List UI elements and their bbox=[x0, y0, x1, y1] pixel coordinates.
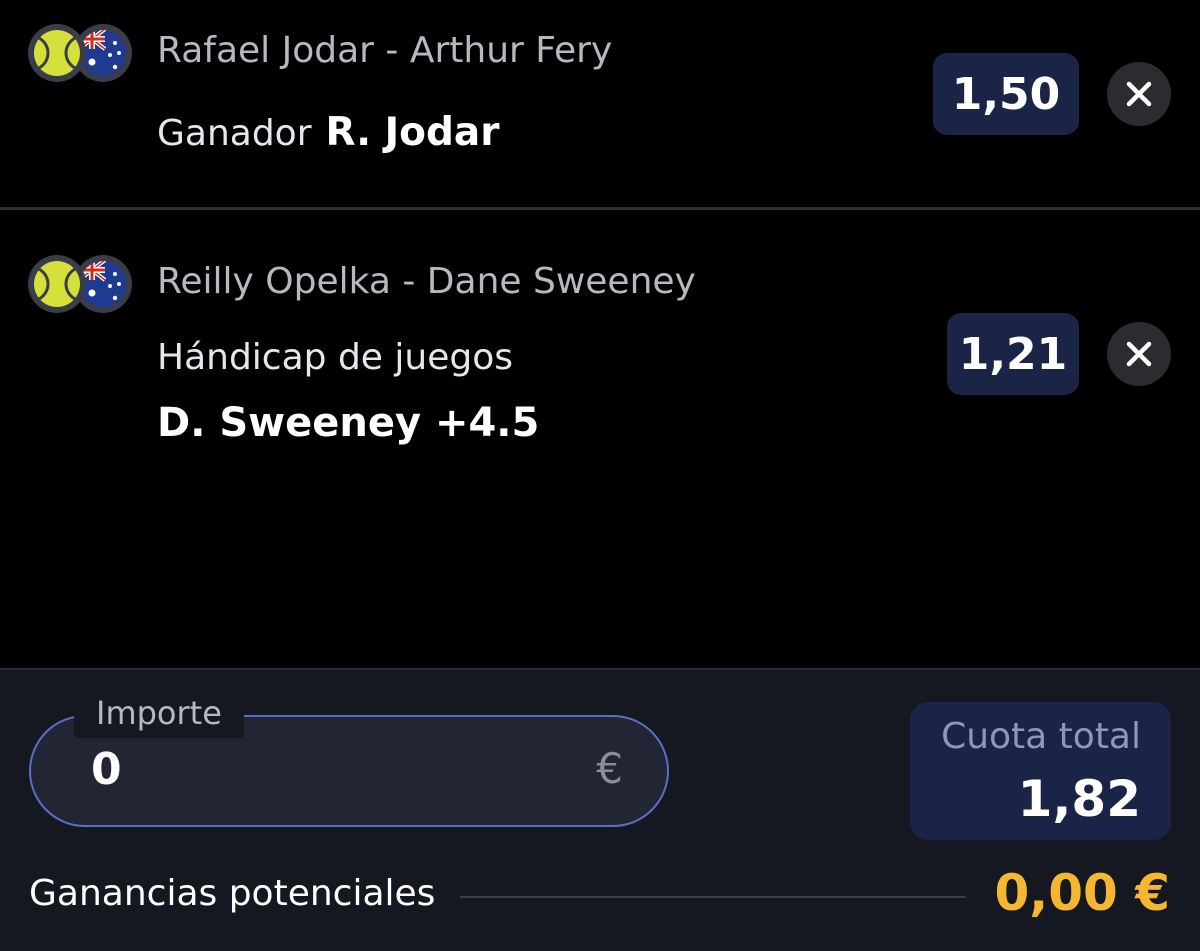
match-name: Reilly Opelka - Dane Sweeney bbox=[157, 261, 696, 302]
stake-value[interactable]: 0 bbox=[91, 744, 122, 795]
odds-badge: 1,21 bbox=[947, 313, 1079, 395]
bet-slip: Rafael Jodar - Arthur Fery Ganador R. Jod… bbox=[0, 0, 1200, 951]
bet-icons bbox=[28, 255, 132, 313]
market-label: Ganador bbox=[157, 113, 312, 154]
total-odds-box: Cuota total 1,82 bbox=[910, 702, 1171, 840]
remove-bet-button[interactable] bbox=[1107, 62, 1171, 126]
close-icon bbox=[1126, 341, 1152, 367]
bet-item: Rafael Jodar - Arthur Fery Ganador R. Jod… bbox=[0, 0, 1200, 208]
tennis-ball-icon bbox=[28, 24, 86, 82]
potential-winnings-value: 0,00 € bbox=[994, 864, 1170, 922]
selection-label: D. Sweeney +4.5 bbox=[157, 400, 540, 446]
tennis-ball-icon bbox=[28, 255, 86, 313]
total-odds-value: 1,82 bbox=[1017, 770, 1141, 828]
bet-slip-footer: 0 € Importe Cuota total 1,82 Ganancias p… bbox=[0, 668, 1200, 951]
match-name: Rafael Jodar - Arthur Fery bbox=[157, 30, 613, 71]
market-label: Hándicap de juegos bbox=[157, 337, 513, 378]
currency-symbol: € bbox=[596, 744, 623, 793]
total-odds-label: Cuota total bbox=[941, 716, 1141, 757]
odds-badge: 1,50 bbox=[933, 53, 1079, 135]
stake-label: Importe bbox=[74, 692, 244, 738]
bet-item: Reilly Opelka - Dane Sweeney Hándicap de… bbox=[0, 210, 1200, 668]
remove-bet-button[interactable] bbox=[1107, 322, 1171, 386]
market-line: Ganador R. Jodar bbox=[157, 110, 499, 155]
close-icon bbox=[1126, 81, 1152, 107]
potential-winnings-label: Ganancias potenciales bbox=[29, 873, 436, 914]
selection-label: R. Jodar bbox=[325, 110, 500, 155]
bet-icons bbox=[28, 24, 132, 82]
potential-winnings-divider bbox=[460, 896, 966, 898]
